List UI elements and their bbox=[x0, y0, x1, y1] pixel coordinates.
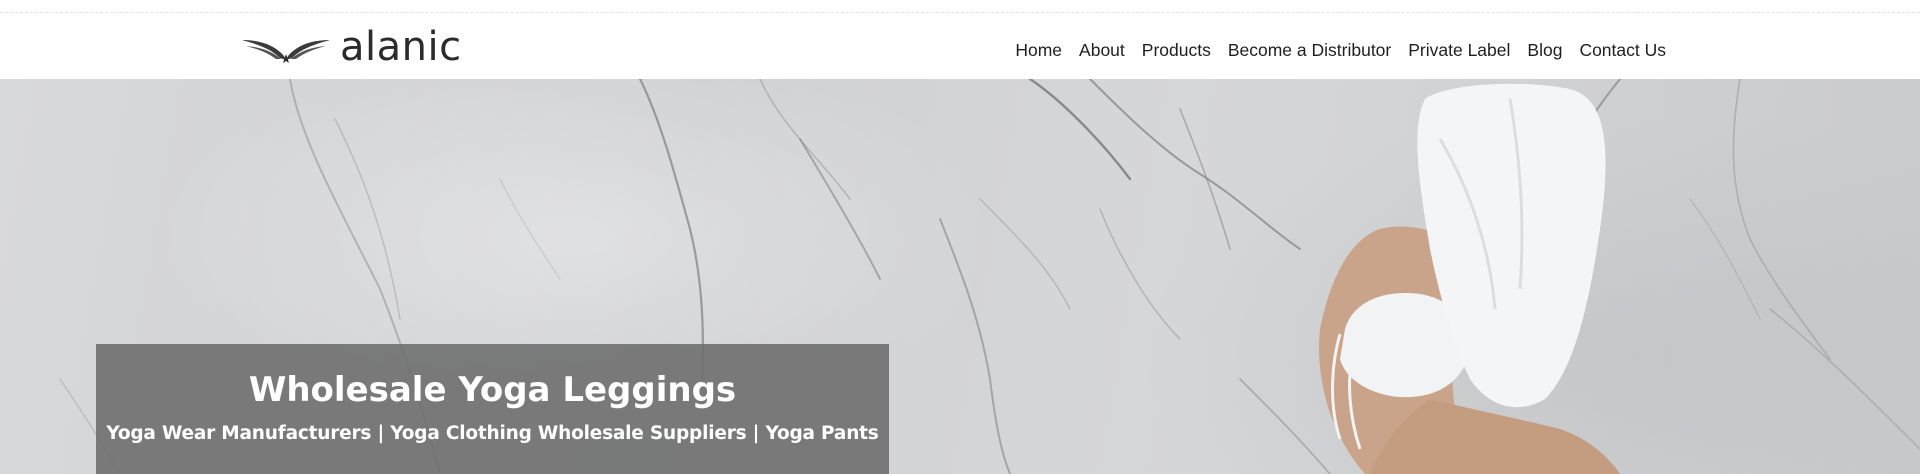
top-dashed-divider bbox=[0, 12, 1920, 13]
nav-item-contact-us: Contact Us bbox=[1579, 40, 1666, 61]
wings-icon bbox=[242, 40, 330, 63]
yoga-model-figure bbox=[1319, 83, 1620, 474]
brand-wordmark: alanic bbox=[340, 24, 462, 70]
hero-title: Wholesale Yoga Leggings bbox=[248, 370, 737, 410]
nav-link-products[interactable]: Products bbox=[1142, 40, 1211, 60]
nav-item-products: Products bbox=[1142, 40, 1211, 61]
nav-link-about[interactable]: About bbox=[1079, 40, 1125, 60]
hero-caption-box: Wholesale Yoga Leggings Yoga Wear Manufa… bbox=[96, 344, 889, 474]
nav-link-blog[interactable]: Blog bbox=[1527, 40, 1562, 60]
brand-logo-link[interactable]: alanic bbox=[240, 24, 500, 70]
main-navigation: Home About Products Become a Distributor… bbox=[998, 36, 1666, 64]
hero-subtitle: Yoga Wear Manufacturers | Yoga Clothing … bbox=[106, 423, 879, 444]
nav-item-about: About bbox=[1079, 40, 1125, 61]
site-header: alanic Home About Products Become a Dist… bbox=[0, 14, 1920, 79]
nav-item-blog: Blog bbox=[1527, 40, 1562, 61]
nav-item-private-label: Private Label bbox=[1408, 40, 1510, 61]
nav-item-become-distributor: Become a Distributor bbox=[1228, 40, 1391, 61]
nav-link-home[interactable]: Home bbox=[1015, 40, 1062, 60]
nav-item-home: Home bbox=[1015, 40, 1062, 61]
nav-link-contact-us[interactable]: Contact Us bbox=[1579, 40, 1666, 60]
hero-banner: Wholesale Yoga Leggings Yoga Wear Manufa… bbox=[0, 79, 1920, 474]
nav-link-private-label[interactable]: Private Label bbox=[1408, 40, 1510, 60]
nav-link-become-distributor[interactable]: Become a Distributor bbox=[1228, 40, 1391, 60]
